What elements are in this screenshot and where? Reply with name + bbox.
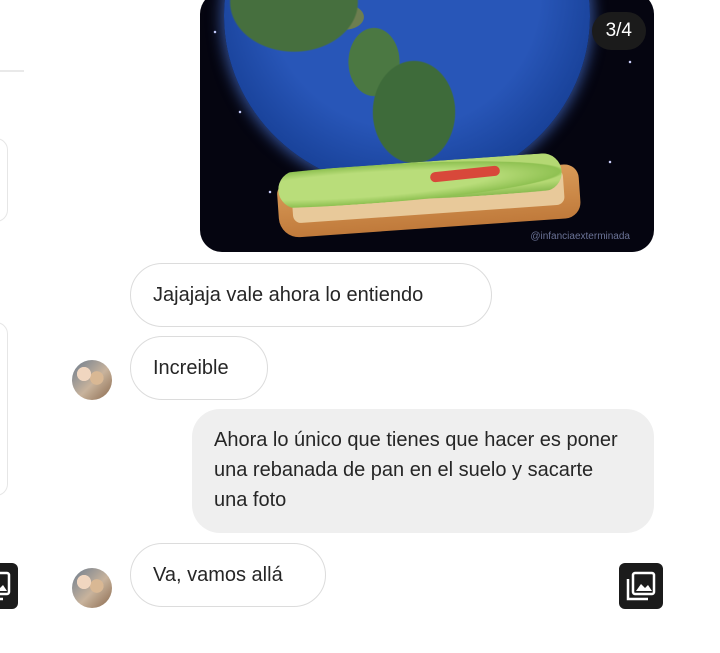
message-bubble-received[interactable]: Va, vamos allá bbox=[130, 543, 326, 607]
gallery-button[interactable] bbox=[0, 563, 18, 609]
avatar[interactable] bbox=[72, 568, 112, 608]
gallery-icon bbox=[0, 571, 11, 601]
photo-counter: 3/4 bbox=[591, 12, 646, 50]
message-text: Ahora lo único que tienes que hacer es p… bbox=[214, 429, 618, 511]
message-bubble-received[interactable]: Increible bbox=[130, 336, 268, 400]
gallery-button[interactable] bbox=[619, 563, 663, 609]
message-bubble-sent[interactable]: Ahora lo único que tienes que hacer es p… bbox=[192, 409, 654, 533]
left-edge-card bbox=[0, 138, 8, 222]
shared-image[interactable]: @infanciaexterminada 3/4 bbox=[200, 0, 654, 252]
avatar[interactable] bbox=[72, 360, 112, 400]
message-text: Va, vamos allá bbox=[153, 564, 283, 586]
message-text: Increible bbox=[153, 357, 229, 379]
gallery-icon bbox=[626, 571, 656, 601]
message-text: Jajajaja vale ahora lo entiendo bbox=[153, 284, 424, 306]
message-bubble-received[interactable]: Jajajaja vale ahora lo entiendo bbox=[130, 263, 492, 327]
image-watermark: @infanciaexterminada bbox=[530, 231, 630, 242]
left-edge-divider bbox=[0, 70, 24, 72]
left-edge-card bbox=[0, 322, 8, 496]
